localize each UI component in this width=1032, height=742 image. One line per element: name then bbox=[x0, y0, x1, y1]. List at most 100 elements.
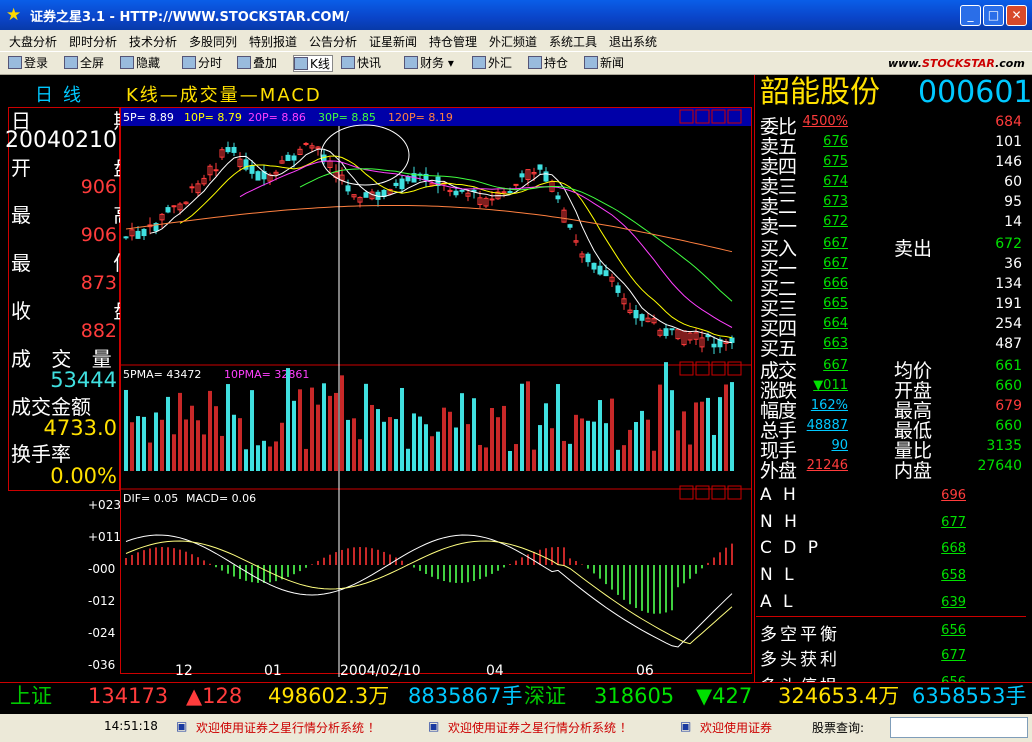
news-button[interactable]: 新闻 bbox=[584, 55, 624, 72]
indicator-value: 696 bbox=[941, 488, 966, 503]
menu-news[interactable]: 证星新闻 bbox=[369, 33, 417, 50]
overlay-icon bbox=[237, 56, 251, 69]
macd-bar bbox=[197, 557, 199, 565]
menu-special[interactable]: 特别报道 bbox=[249, 33, 297, 50]
macd-value-text: MACD= 0.06 bbox=[186, 492, 256, 505]
volume-bar bbox=[514, 444, 518, 471]
maximize-button[interactable]: □ bbox=[983, 5, 1004, 26]
holdings-button[interactable]: 持仓 bbox=[528, 55, 568, 72]
candle-body bbox=[543, 171, 549, 182]
macd-bar bbox=[395, 557, 397, 565]
volume-bar bbox=[550, 428, 554, 471]
login-button[interactable]: 登录 bbox=[8, 55, 48, 72]
quote-value: 667 bbox=[823, 358, 848, 373]
quote-value: 4500% bbox=[802, 114, 848, 129]
quote-value: 660 bbox=[995, 378, 1022, 394]
kline-chart[interactable]: 5P= 8.89 10P= 8.79 20P= 8.86 30P= 8.85 1… bbox=[120, 107, 752, 677]
quote-value: 146 bbox=[995, 154, 1022, 170]
sz-index-value: 318605 bbox=[594, 684, 675, 708]
macd-bar bbox=[329, 554, 331, 565]
menu-forex[interactable]: 外汇频道 bbox=[489, 33, 537, 50]
ma30-text: 30P= 8.85 bbox=[318, 111, 376, 124]
volume-bar bbox=[610, 398, 614, 471]
intraday-button[interactable]: 分时 bbox=[182, 55, 222, 72]
volume-bar bbox=[334, 392, 338, 471]
macd-bar bbox=[689, 565, 691, 579]
indicator-label: 多空平衡 bbox=[760, 624, 840, 645]
macd-axis: +023 +011 -000 -012 -024 -036 bbox=[88, 498, 120, 672]
volume-bar bbox=[532, 449, 536, 471]
volume-bar bbox=[226, 384, 230, 471]
candle-body bbox=[603, 270, 609, 277]
macd-bar bbox=[497, 565, 499, 571]
macd-tick: +023 bbox=[88, 498, 120, 512]
menu-holdings[interactable]: 持仓管理 bbox=[429, 33, 477, 50]
candle-body bbox=[363, 192, 369, 198]
volume-bar bbox=[286, 368, 290, 471]
candle-body bbox=[537, 164, 543, 170]
fullscreen-button[interactable]: 全屏 bbox=[64, 55, 104, 72]
title-bar: ★ 证券之星3.1 - HTTP://WWW.STOCKSTAR.COM/ _ … bbox=[0, 0, 1032, 30]
volume-bar bbox=[322, 383, 326, 471]
volume-bar bbox=[418, 416, 422, 471]
news-ticker-2[interactable]: 欢迎使用证券之星行情分析系统 ！ bbox=[448, 719, 632, 736]
flash-news-button[interactable]: 快讯 bbox=[341, 55, 381, 72]
news-ticker-1[interactable]: 欢迎使用证券之星行情分析系统 ！ bbox=[196, 719, 380, 736]
quote-value: 672 bbox=[995, 236, 1022, 252]
macd-bar bbox=[371, 548, 373, 565]
volume-bar bbox=[148, 442, 152, 471]
candle-body bbox=[393, 182, 399, 186]
kline-button[interactable]: K线 bbox=[293, 55, 333, 72]
candle-body bbox=[255, 171, 261, 181]
volume-bar bbox=[460, 393, 464, 471]
sell-row: 卖四 675 146 bbox=[756, 152, 1026, 178]
menu-announce[interactable]: 公告分析 bbox=[309, 33, 357, 50]
turnover-value: 0.00% bbox=[50, 464, 117, 488]
candle-body bbox=[123, 236, 129, 239]
macd-bar bbox=[713, 557, 715, 565]
macd-bar bbox=[479, 565, 481, 580]
minimize-button[interactable]: _ bbox=[960, 5, 981, 26]
menu-tools[interactable]: 系统工具 bbox=[549, 33, 597, 50]
overlay-button[interactable]: 叠加 bbox=[237, 55, 277, 72]
menu-realtime[interactable]: 即时分析 bbox=[69, 33, 117, 50]
hide-button[interactable]: 隐藏 bbox=[120, 55, 160, 72]
candle-body bbox=[597, 265, 603, 275]
volume-bar bbox=[700, 401, 704, 471]
macd-bar bbox=[575, 560, 577, 565]
news-ticker-3[interactable]: 欢迎使用证券 bbox=[700, 719, 772, 736]
candle-body bbox=[669, 328, 675, 331]
forex-label: 外汇 bbox=[488, 56, 513, 70]
macd-bar bbox=[449, 565, 451, 583]
candle-body bbox=[381, 189, 387, 198]
menu-technical[interactable]: 技术分析 bbox=[129, 33, 177, 50]
menu-multi[interactable]: 多股同列 bbox=[189, 33, 237, 50]
macd-bar bbox=[203, 560, 205, 565]
sh-amount: 498602.3万 bbox=[268, 684, 390, 708]
close-button[interactable]: ✕ bbox=[1006, 5, 1027, 26]
finance-button[interactable]: 财务 ▾ bbox=[404, 55, 454, 72]
bottom-bar: 14:51:18 ▣ 欢迎使用证券之星行情分析系统 ！ ▣ 欢迎使用证券之星行情… bbox=[0, 714, 1032, 742]
macd-bar bbox=[641, 565, 643, 611]
volume-bar bbox=[544, 403, 548, 471]
macd-bar bbox=[131, 554, 133, 565]
candle-body bbox=[135, 230, 141, 239]
stock-search-input[interactable] bbox=[890, 717, 1028, 738]
volume-bar bbox=[316, 404, 320, 471]
stockstar-logo[interactable]: www.STOCKSTAR.com bbox=[888, 57, 1025, 70]
period-title: 日线 bbox=[35, 85, 91, 106]
forex-button[interactable]: 外汇 bbox=[472, 55, 512, 72]
forex-icon bbox=[472, 56, 486, 69]
date-value: 20040210 bbox=[5, 128, 117, 153]
macd-tick: -024 bbox=[88, 626, 115, 640]
indicator-row: 多头获利 677 bbox=[756, 642, 1026, 670]
menu-market[interactable]: 大盘分析 bbox=[9, 33, 57, 50]
menu-exit[interactable]: 退出系统 bbox=[609, 33, 657, 50]
macd-bar bbox=[551, 547, 553, 565]
high-value: 906 bbox=[80, 224, 117, 246]
quote-value: 134 bbox=[995, 276, 1022, 292]
amount-value: 4733.0 bbox=[43, 416, 117, 440]
intraday-label: 分时 bbox=[198, 56, 223, 70]
indicator-label: N H bbox=[760, 511, 800, 532]
macd-bar bbox=[299, 565, 301, 572]
